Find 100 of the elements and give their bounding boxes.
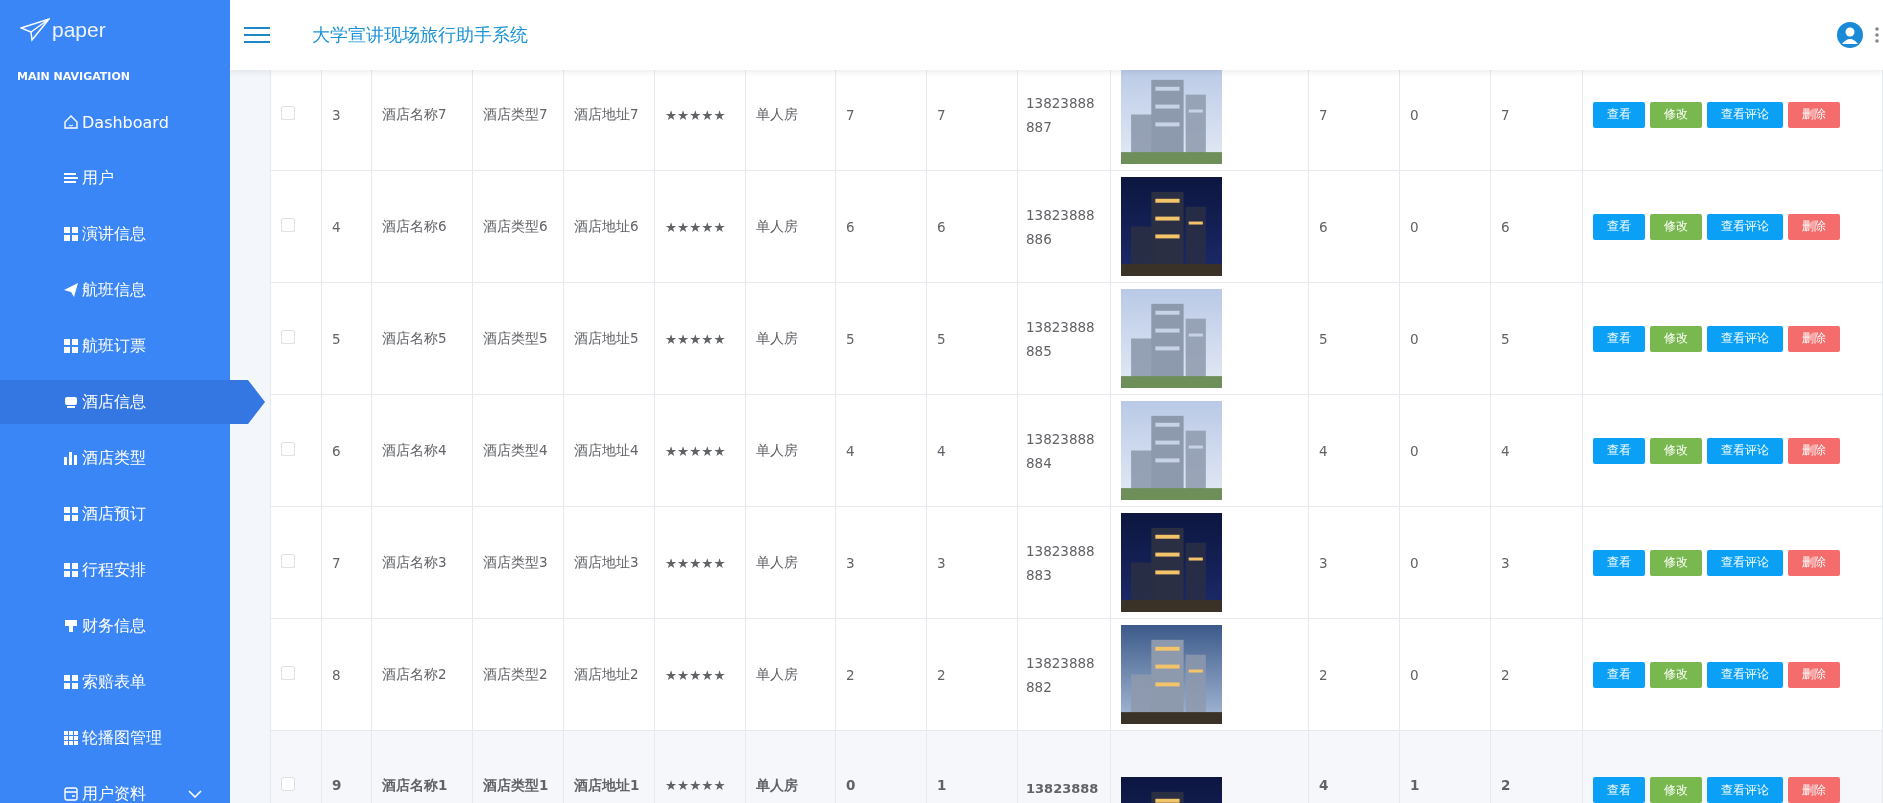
- table-cell: 6: [937, 218, 946, 235]
- table-cell: 4: [846, 442, 855, 459]
- table-cell: 6: [1319, 218, 1328, 235]
- table-cell: 5: [332, 330, 341, 347]
- action-button[interactable]: 查看: [1593, 437, 1645, 464]
- grid-icon: [64, 227, 78, 241]
- checkbox[interactable]: [281, 666, 295, 680]
- table-cell: 4: [1501, 442, 1510, 459]
- checkbox[interactable]: [281, 106, 295, 120]
- action-button[interactable]: 删除: [1788, 549, 1840, 576]
- table-cell: 7: [1501, 106, 1510, 123]
- action-button[interactable]: 查看评论: [1707, 777, 1783, 803]
- action-button[interactable]: 查看: [1593, 661, 1645, 688]
- table-cell: 6: [846, 218, 855, 235]
- table-cell: 酒店类型1: [483, 777, 549, 793]
- nav-item[interactable]: 用户: [0, 150, 230, 206]
- table-cell: ★★★★★: [665, 106, 726, 123]
- table-cell-text: 13823888887: [1026, 93, 1096, 137]
- table-cell: 酒店地址2: [574, 665, 639, 682]
- action-button[interactable]: 查看: [1593, 101, 1645, 128]
- action-button[interactable]: 修改: [1650, 437, 1702, 464]
- table-cell: 2: [1319, 666, 1328, 683]
- nav-item[interactable]: 行程安排: [0, 542, 230, 598]
- table-cell: 酒店名称7: [382, 105, 447, 122]
- action-button[interactable]: 删除: [1788, 437, 1840, 464]
- action-button[interactable]: 修改: [1650, 213, 1702, 240]
- nav-item[interactable]: 索赔表单: [0, 654, 230, 710]
- grid-icon: [64, 563, 78, 577]
- table-cell: 单人房: [756, 777, 798, 793]
- table-cell: 单人房: [756, 441, 798, 458]
- app-title: 大学宣讲现场旅行助手系统: [312, 23, 528, 47]
- action-button[interactable]: 修改: [1650, 777, 1702, 803]
- action-button[interactable]: 查看评论: [1707, 661, 1783, 688]
- menu-icon[interactable]: [244, 26, 270, 44]
- table-cell: 7: [846, 106, 855, 123]
- nav-item[interactable]: 航班信息: [0, 262, 230, 318]
- table-cell: 酒店地址1: [574, 777, 640, 793]
- action-button[interactable]: 查看评论: [1707, 325, 1783, 352]
- paper-plane-icon: [20, 18, 50, 42]
- nav-item[interactable]: 演讲信息: [0, 206, 230, 262]
- table-cell: 3: [1501, 554, 1510, 571]
- action-button[interactable]: 查看评论: [1707, 101, 1783, 128]
- table-cell: 4: [1319, 777, 1329, 793]
- table-cell: 酒店类型4: [483, 441, 548, 458]
- nav-item[interactable]: 酒店类型: [0, 430, 230, 486]
- action-button[interactable]: 修改: [1650, 549, 1702, 576]
- home-icon: [64, 115, 78, 129]
- action-button[interactable]: 查看: [1593, 777, 1645, 803]
- nav-item[interactable]: Dashboard: [0, 94, 230, 150]
- nav-item[interactable]: 用户资料: [0, 766, 230, 803]
- nav-item[interactable]: 航班订票: [0, 318, 230, 374]
- table-cell: 7: [937, 106, 946, 123]
- action-button[interactable]: 删除: [1788, 101, 1840, 128]
- table-cell: 酒店地址4: [574, 441, 639, 458]
- table-cell: 5: [1319, 330, 1328, 347]
- more-icon[interactable]: [1875, 27, 1879, 43]
- grid-icon: [64, 507, 78, 521]
- table-cell: 3: [1319, 554, 1328, 571]
- action-button[interactable]: 查看评论: [1707, 437, 1783, 464]
- nav-item[interactable]: 财务信息: [0, 598, 230, 654]
- action-button[interactable]: 删除: [1788, 777, 1840, 803]
- table-cell: 单人房: [756, 665, 798, 682]
- action-button[interactable]: 查看: [1593, 213, 1645, 240]
- table-cell: 单人房: [756, 105, 798, 122]
- table-cell: 7: [1319, 106, 1328, 123]
- action-button[interactable]: 删除: [1788, 213, 1840, 240]
- table-cell-text: 13823888886: [1026, 205, 1096, 249]
- table-cell: 酒店类型6: [483, 217, 548, 234]
- table-cell: 4: [937, 442, 946, 459]
- action-button[interactable]: 查看: [1593, 325, 1645, 352]
- table-cell: 酒店名称5: [382, 329, 447, 346]
- table-cell: 5: [1501, 330, 1510, 347]
- nav-item[interactable]: 酒店信息: [0, 380, 265, 424]
- action-button[interactable]: 查看评论: [1707, 549, 1783, 576]
- checkbox[interactable]: [281, 554, 295, 568]
- action-button[interactable]: 修改: [1650, 325, 1702, 352]
- table-cell: 酒店名称1: [382, 777, 448, 793]
- nav-item[interactable]: 酒店预订: [0, 486, 230, 542]
- table-cell: ★★★★★: [665, 218, 726, 235]
- checkbox[interactable]: [281, 777, 295, 791]
- checkbox[interactable]: [281, 218, 295, 232]
- nav-item[interactable]: 轮播图管理: [0, 710, 230, 766]
- table-cell: 1: [937, 777, 947, 793]
- action-button[interactable]: 删除: [1788, 325, 1840, 352]
- table-cell-text: 13823888: [1026, 780, 1100, 798]
- checkbox[interactable]: [281, 442, 295, 456]
- avatar-icon[interactable]: [1837, 22, 1863, 48]
- table-cell: 4: [1319, 442, 1328, 459]
- table-cell: 0: [1410, 666, 1419, 683]
- action-button[interactable]: 修改: [1650, 101, 1702, 128]
- table-cell: 0: [1410, 330, 1419, 347]
- table-cell: ★★★★★: [665, 442, 726, 459]
- action-button[interactable]: 修改: [1650, 661, 1702, 688]
- checkbox[interactable]: [281, 330, 295, 344]
- table-cell: 7: [332, 554, 341, 571]
- action-button[interactable]: 查看评论: [1707, 213, 1783, 240]
- table-cell-text: 13823888883: [1026, 541, 1096, 585]
- action-button[interactable]: 查看: [1593, 549, 1645, 576]
- table-cell: 酒店名称6: [382, 217, 447, 234]
- action-button[interactable]: 删除: [1788, 661, 1840, 688]
